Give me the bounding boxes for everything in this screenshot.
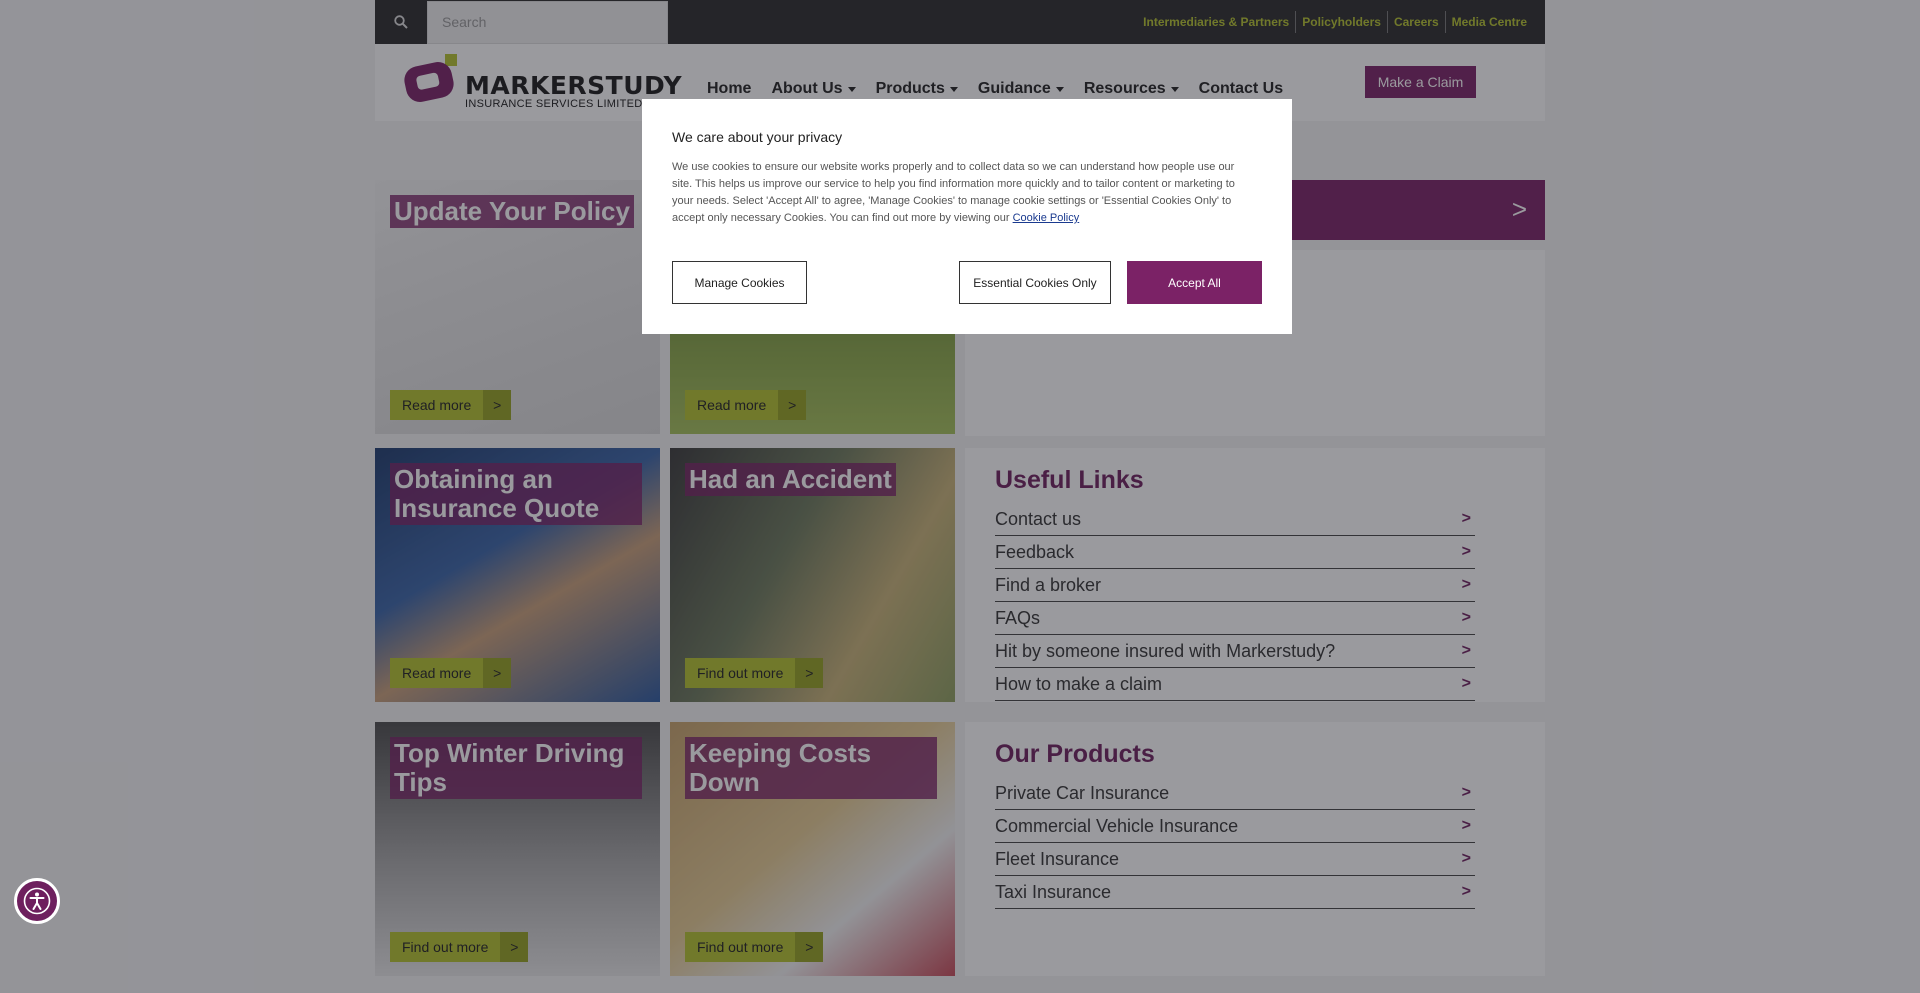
- manage-cookies-button[interactable]: Manage Cookies: [672, 261, 807, 304]
- cookie-modal: We care about your privacy We use cookie…: [642, 99, 1292, 334]
- cookie-policy-link[interactable]: Cookie Policy: [1013, 212, 1080, 224]
- cookie-modal-title: We care about your privacy: [672, 129, 843, 145]
- accept-all-button[interactable]: Accept All: [1127, 261, 1262, 304]
- accessibility-button[interactable]: [14, 878, 60, 924]
- essential-cookies-button[interactable]: Essential Cookies Only: [959, 261, 1111, 304]
- accessibility-icon: [23, 887, 51, 915]
- cookie-modal-body: We use cookies to ensure our website wor…: [672, 159, 1254, 227]
- cookie-body-text: We use cookies to ensure our website wor…: [672, 161, 1235, 224]
